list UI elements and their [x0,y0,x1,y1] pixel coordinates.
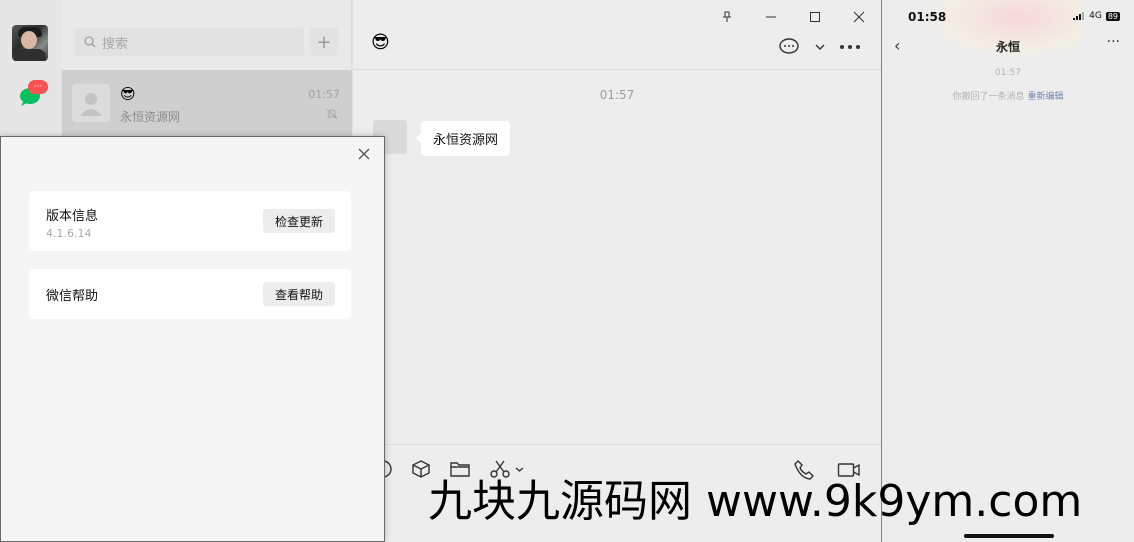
add-button[interactable]: + [310,28,338,56]
contact-name: 😎 [120,85,136,103]
pin-button[interactable] [705,4,749,30]
help-title: 微信帮助 [46,289,99,304]
more-icon[interactable]: ··· [1107,34,1120,50]
version-card: 版本信息 4.1.6.14 检查更新 [29,191,351,251]
message-bubble[interactable]: 永恒资源网 [415,121,511,156]
battery-level: 89 [1105,11,1120,21]
version-number: 4.1.6.14 [46,227,92,240]
pin-icon [723,11,731,22]
chat-icon[interactable]: ··· [18,78,50,108]
window-controls [705,4,881,30]
contact-avatar [72,84,110,122]
phone-status-bar: 4G 89 [1073,11,1120,21]
maximize-icon [810,12,820,22]
home-indicator [964,534,1054,538]
dialog-close-icon[interactable] [358,145,370,164]
close-icon [853,11,865,23]
chat-title: 😎 [371,32,390,53]
recall-edit-link[interactable]: 重新编辑 [1027,92,1063,102]
header-divider [353,69,881,70]
mute-icon [326,108,338,120]
app-root: ··· 搜索 + 😎 永恒资源网 01:57 😎 01:57 永恒资源网 01:… [0,0,1134,542]
about-dialog: 版本信息 4.1.6.14 检查更新 微信帮助 查看帮助 [0,136,385,542]
message-timestamp: 01:57 [599,88,635,102]
watermark-text: 九块九源码网 www.9k9ym.com [428,476,1083,527]
minimize-icon [766,16,776,18]
phone-message-time: 01:57 [995,68,1021,78]
maximize-button[interactable] [793,4,837,30]
chat-window: 😎 01:57 永恒资源网 [352,0,882,542]
phone-chat-title: 永恒 [995,40,1020,54]
search-placeholder: 搜索 [102,36,129,52]
message-time: 01:57 [308,88,340,101]
help-card: 微信帮助 查看帮助 [29,269,351,319]
message-preview: 永恒资源网 [120,110,181,124]
user-avatar[interactable] [12,25,48,61]
search-icon [84,36,96,48]
input-divider [353,444,881,445]
chat-badge: ··· [34,82,43,92]
network-label: 4G [1089,11,1102,21]
view-help-button[interactable]: 查看帮助 [263,282,335,306]
phone-screenshot: 01:58 4G 89 ‹ 永恒 ··· 01:57 你撤回了一条消息 重新编辑 [882,0,1134,542]
check-update-button[interactable]: 检查更新 [263,209,335,233]
phone-clock: 01:58 [908,10,947,24]
chat-top-actions [779,38,861,56]
chevron-down-icon[interactable] [815,43,825,51]
close-button[interactable] [837,4,881,30]
recall-text: 你撤回了一条消息 [952,92,1025,102]
signal-icon [1073,12,1085,20]
chat-list-item[interactable]: 😎 永恒资源网 01:57 [62,70,352,136]
recall-notice: 你撤回了一条消息 重新编辑 [882,89,1134,102]
chat-bubble-icon[interactable] [779,38,801,56]
search-input[interactable]: 搜索 [74,28,304,56]
chevron-down-icon[interactable] [515,466,524,473]
version-title: 版本信息 [46,209,99,224]
minimize-button[interactable] [749,4,793,30]
more-icon[interactable] [839,44,861,50]
